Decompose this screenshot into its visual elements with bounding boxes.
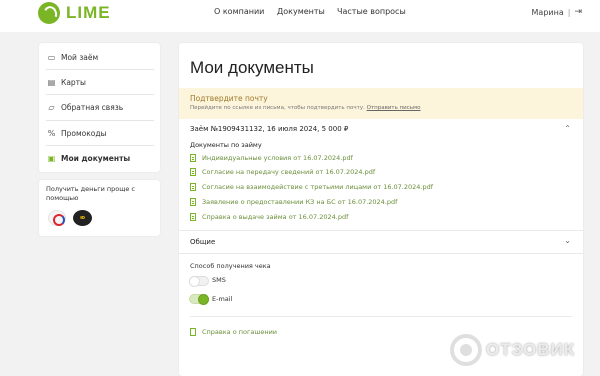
document-link[interactable]: Заявление о предоставлении КЗ на БС от 1… <box>190 198 397 206</box>
documents-panel: Мои документы Подтвердите почту Перейдит… <box>179 43 583 376</box>
loan-icon: ▭ <box>47 53 56 62</box>
document-name: Справка о погашении <box>202 328 278 336</box>
yoomoney-pay-icon[interactable]: ю <box>73 210 92 226</box>
document-name: Справка о выдаче займа от 16.07.2024.pdf <box>202 213 349 221</box>
nav-about[interactable]: О компании <box>214 7 264 16</box>
user-menu: Марина | ⇥ <box>532 7 582 17</box>
documents-icon: ▣ <box>47 154 56 163</box>
sidebar-divider <box>46 69 154 70</box>
banner-text: Перейдите по ссылке из письма, чтобы под… <box>190 105 421 111</box>
sidebar-item-cards[interactable]: ▤ Карты <box>46 78 86 87</box>
section-divider <box>190 316 572 317</box>
document-link[interactable]: Согласие на взаимодействие с третьими ли… <box>190 183 433 191</box>
otzovik-watermark: ОТЗОВИК <box>450 333 590 367</box>
document-link[interactable]: Согласие на передачу сведений от 16.07.2… <box>190 168 375 176</box>
file-icon <box>190 198 196 206</box>
send-email-link[interactable]: Отправить письмо <box>367 105 421 111</box>
sidebar-item-label: Мои документы <box>61 154 131 163</box>
general-section-title[interactable]: Общие <box>190 238 215 246</box>
chevron-up-icon[interactable]: ⌃ <box>564 124 571 133</box>
chat-icon: ▱ <box>48 103 55 112</box>
top-header: LIME О компании Документы Частые вопросы… <box>0 0 600 32</box>
sms-toggle[interactable] <box>189 276 209 287</box>
nav-documents[interactable]: Документы <box>277 7 325 16</box>
receipt-method-label: Способ получения чека <box>190 262 271 270</box>
file-icon <box>190 328 196 336</box>
sidebar-menu: ▭ Мой заём ▤ Карты ▱ Обратная связь % Пр… <box>39 43 160 172</box>
user-separator: | <box>567 7 571 17</box>
sidebar-item-label: Карты <box>61 78 86 87</box>
file-icon <box>190 183 196 191</box>
yoomoney-badge-text: ю <box>80 215 85 221</box>
document-name: Индивидуальные условия от 16.07.2024.pdf <box>202 154 353 162</box>
user-name[interactable]: Марина <box>532 8 564 17</box>
sidebar-item-label: Обратная связь <box>61 103 124 112</box>
sbp-pay-icon[interactable] <box>48 210 66 226</box>
file-icon <box>190 213 196 221</box>
promo-title: Получить деньги проще с помощью <box>46 185 136 202</box>
watermark-text: ОТЗОВИК <box>486 340 576 359</box>
page-title: Мои документы <box>190 58 314 77</box>
sidebar-item-label: Промокоды <box>61 129 107 138</box>
sidebar-item-label: Мой заём <box>61 53 99 62</box>
sidebar-item-my-documents[interactable]: ▣ Мои документы <box>46 154 130 163</box>
chevron-down-icon[interactable]: ⌄ <box>564 236 571 245</box>
banner-message: Перейдите по ссылке из письма, чтобы под… <box>190 105 365 111</box>
section-divider <box>179 253 583 254</box>
document-name: Согласие на передачу сведений от 16.07.2… <box>202 168 376 176</box>
email-label: E-mail <box>212 295 233 303</box>
section-divider <box>179 230 583 231</box>
sidebar-divider <box>46 94 154 95</box>
banner-title: Подтвердите почту <box>190 94 268 103</box>
toggle-knob <box>189 276 200 287</box>
card-icon: ▤ <box>47 78 56 87</box>
loan-documents-label: Документы по займу <box>190 141 262 149</box>
logout-icon[interactable]: ⇥ <box>574 7 582 17</box>
toggle-knob <box>198 294 209 305</box>
loan-section-title[interactable]: Заём №1909431132, 16 июля 2024, 5 000 ₽ <box>190 125 348 133</box>
file-icon <box>190 154 196 162</box>
document-link[interactable]: Справка о выдаче займа от 16.07.2024.pdf <box>190 213 348 221</box>
confirm-email-banner: Подтвердите почту Перейдите по ссылке из… <box>179 88 583 119</box>
sms-label: SMS <box>212 276 226 284</box>
sidebar-divider <box>46 120 154 121</box>
document-name: Согласие на взаимодействие с третьими ли… <box>202 183 434 191</box>
sidebar-item-feedback[interactable]: ▱ Обратная связь <box>46 103 123 112</box>
lime-logo[interactable]: LIME <box>38 2 111 24</box>
nav-faq[interactable]: Частые вопросы <box>337 7 406 16</box>
percent-icon: % <box>47 129 56 138</box>
logo-text: LIME <box>66 3 111 22</box>
lime-logo-icon <box>38 2 60 24</box>
sidebar-item-promocodes[interactable]: % Промокоды <box>46 129 107 138</box>
repayment-doc-link[interactable]: Справка о погашении <box>190 328 277 336</box>
sidebar-item-my-loan[interactable]: ▭ Мой заём <box>46 53 98 62</box>
file-icon <box>190 168 196 176</box>
payment-promo-card: Получить деньги проще с помощью <box>39 180 160 236</box>
email-toggle[interactable] <box>189 294 209 305</box>
sidebar-divider <box>46 145 154 146</box>
document-link[interactable]: Индивидуальные условия от 16.07.2024.pdf <box>190 154 353 162</box>
document-name: Заявление о предоставлении КЗ на БС от 1… <box>202 198 398 206</box>
otzovik-logo-icon <box>450 334 482 366</box>
